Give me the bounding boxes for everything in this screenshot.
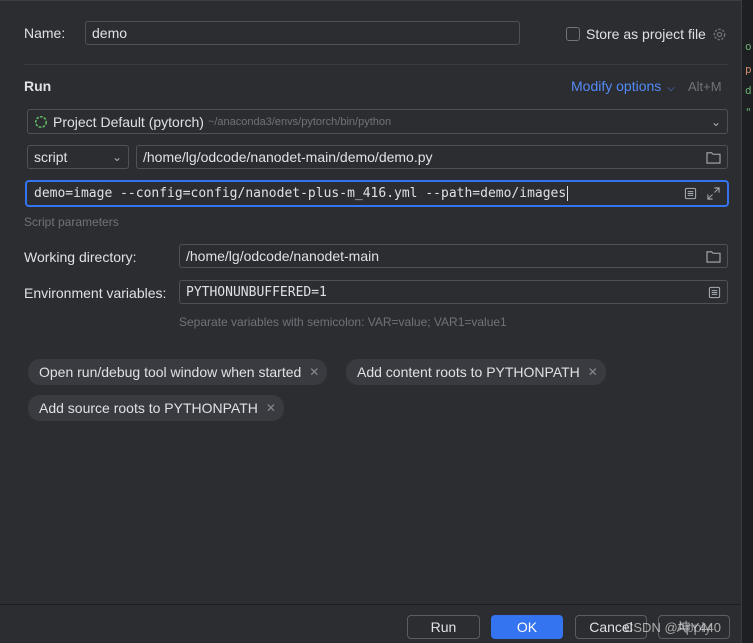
editor-peek-glyph: " (745, 106, 752, 119)
name-value: demo (92, 25, 128, 41)
footer-separator (0, 604, 741, 605)
store-as-project-file-checkbox[interactable] (566, 27, 580, 41)
python-sdk-icon (34, 115, 48, 128)
chevron-down-icon: ⌄ (111, 150, 122, 164)
script-type-value: script (34, 149, 68, 165)
section-separator (24, 64, 728, 65)
window-top-border (0, 0, 741, 1)
option-chip-label: Add source roots to PYTHONPATH (39, 400, 258, 416)
modify-options-shortcut: Alt+M (688, 79, 722, 94)
editor-peek-glyph: o (745, 40, 752, 53)
watermark-text: CSDN @坤Y440 (624, 620, 722, 635)
close-icon[interactable]: ✕ (309, 365, 319, 379)
folder-icon[interactable] (706, 250, 721, 263)
script-type-select[interactable]: script ⌄ (27, 145, 129, 169)
option-chip-label: Open run/debug tool window when started (39, 364, 302, 380)
modify-options-link[interactable]: Modify options ⌵ (571, 78, 675, 94)
close-icon[interactable]: ✕ (266, 401, 276, 415)
edit-variables-icon[interactable] (708, 286, 721, 299)
option-chip-content-roots[interactable]: Add content roots to PYTHONPATH ✕ (346, 359, 606, 385)
option-chip-open-tool-window[interactable]: Open run/debug tool window when started … (28, 359, 328, 385)
script-parameters-value: demo=image --config=config/nanodet-plus-… (34, 186, 567, 201)
editor-peek-glyph: d (745, 84, 752, 97)
script-parameters-hint: Script parameters (24, 215, 119, 229)
name-label: Name: (24, 25, 66, 41)
working-directory-label-text: Working directory: (24, 249, 137, 265)
modify-options-label: Modify options (571, 78, 662, 94)
ok-button[interactable]: OK (491, 615, 563, 639)
run-button[interactable]: Run (407, 615, 480, 639)
name-field[interactable]: demo (85, 21, 520, 45)
gear-icon[interactable] (712, 27, 727, 42)
interpreter-name: Project Default (pytorch) (53, 113, 204, 130)
text-cursor (567, 186, 569, 201)
run-section-title: Run (24, 78, 52, 94)
chevron-down-icon: ⌄ (710, 114, 721, 129)
environment-variables-label: Environment variables: (24, 285, 166, 301)
working-directory-label: Working directory: (24, 249, 137, 265)
option-chip-label: Add content roots to PYTHONPATH (357, 364, 580, 380)
environment-variables-field[interactable]: PYTHONUNBUFFERED=1 (179, 280, 728, 304)
interpreter-path: ~/anaconda3/envs/pytorch/bin/python (207, 115, 392, 128)
environment-variables-value: PYTHONUNBUFFERED=1 (186, 284, 327, 300)
editor-peek-glyph: p (745, 63, 752, 76)
expand-text-icon[interactable] (684, 187, 697, 200)
environment-variables-label-text: Environment variables: (24, 285, 167, 301)
close-icon[interactable]: ✕ (588, 365, 598, 379)
option-chip-source-roots[interactable]: Add source roots to PYTHONPATH ✕ (28, 395, 284, 421)
maximize-icon[interactable] (707, 187, 720, 200)
chevron-down-icon: ⌵ (667, 83, 675, 94)
script-path-field[interactable]: /home/lg/odcode/nanodet-main/demo/demo.p… (136, 145, 728, 169)
environment-variables-hint: Separate variables with semicolon: VAR=v… (179, 315, 507, 329)
working-directory-value: /home/lg/odcode/nanodet-main (186, 248, 380, 264)
working-directory-field[interactable]: /home/lg/odcode/nanodet-main (179, 244, 728, 268)
interpreter-select[interactable]: Project Default (pytorch) ~/anaconda3/en… (27, 109, 728, 134)
script-parameters-field[interactable]: demo=image --config=config/nanodet-plus-… (25, 180, 729, 207)
editor-peek-strip: o p d " (741, 0, 753, 643)
script-path-value: /home/lg/odcode/nanodet-main/demo/demo.p… (143, 149, 433, 165)
store-as-project-file-label[interactable]: Store as project file (586, 26, 706, 42)
folder-icon[interactable] (706, 151, 721, 164)
